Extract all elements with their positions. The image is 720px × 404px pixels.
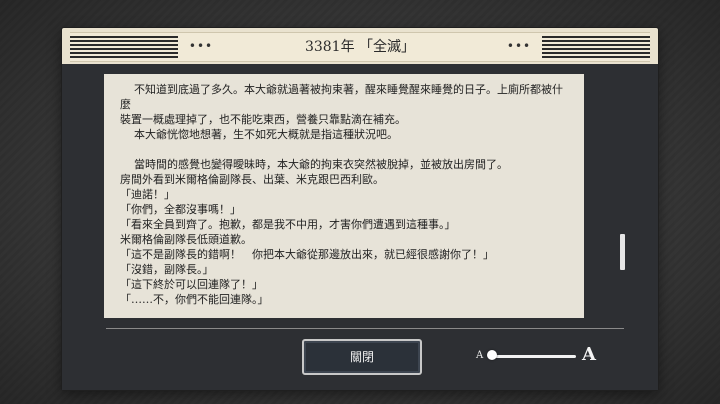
story-scrollbar[interactable] [620, 234, 625, 270]
story-line: 本大爺恍惚地想著，生不如死大概就是指這種狀況吧。 [120, 128, 398, 141]
font-size-slider[interactable] [492, 355, 576, 358]
title-dots-left: ••• [180, 36, 222, 58]
story-line: 「你們，全都沒事嗎！」 [120, 203, 241, 216]
story-line: 裝置一概處理掉了，也不能吃東西，營養只靠點滴在補充。 [120, 113, 406, 126]
story-line: 「迪諾！」 [120, 188, 175, 201]
story-line: 不知道到底過了多久。本大爺就過著被拘束著，醒來睡覺醒來睡覺的日子。上廁所都被什麼 [120, 83, 563, 111]
font-small-icon: A [476, 350, 484, 361]
font-large-icon: A [582, 344, 596, 365]
title-stripes-right [542, 36, 650, 58]
dialog-titlebar: ••• 3381年 「全滅」 ••• [70, 32, 650, 62]
story-line: 「這下終於可以回連隊了！」 [120, 278, 263, 291]
font-size-control: A A [476, 344, 606, 368]
divider [106, 328, 624, 329]
font-size-slider-knob[interactable] [487, 350, 497, 360]
title-stripes-left [70, 36, 178, 58]
story-line: 「這不是副隊長的錯啊！ 你把本大爺從那邊放出來，就已經很感謝你了！」 [120, 248, 494, 261]
dialog-body: 不知道到底過了多久。本大爺就過著被拘束著，醒來睡覺醒來睡覺的日子。上廁所都被什麼… [62, 64, 658, 390]
dialog-title: 3381年 「全滅」 [304, 39, 416, 55]
story-text: 不知道到底過了多久。本大爺就過著被拘束著，醒來睡覺醒來睡覺的日子。上廁所都被什麼… [104, 74, 584, 307]
close-button[interactable]: 關閉 [302, 339, 422, 375]
story-line: 「看來全員到齊了。抱歉，都是我不中用，才害你們遭遇到這種事。」 [120, 218, 456, 231]
story-line: 「沒錯，副隊長。」 [120, 263, 214, 276]
story-line: 「……不，你們不能回連隊。」 [120, 293, 269, 306]
title-dots-right: ••• [498, 36, 540, 58]
story-line: 當時間的感覺也變得曖昧時，本大爺的拘束衣突然被脫掉，並被放出房間了。 [120, 158, 508, 171]
log-dialog: ••• 3381年 「全滅」 ••• 不知道到底過了多久。本大爺就過著被拘束著，… [62, 28, 658, 390]
story-line [120, 142, 570, 157]
story-text-box[interactable]: 不知道到底過了多久。本大爺就過著被拘束著，醒來睡覺醒來睡覺的日子。上廁所都被什麼… [104, 74, 584, 318]
story-line: 房間外看到米爾格倫副隊長、出葉、米克跟巴西利歐。 [120, 173, 384, 186]
story-line: 米爾格倫副隊長低頭道歉。 [120, 233, 252, 246]
